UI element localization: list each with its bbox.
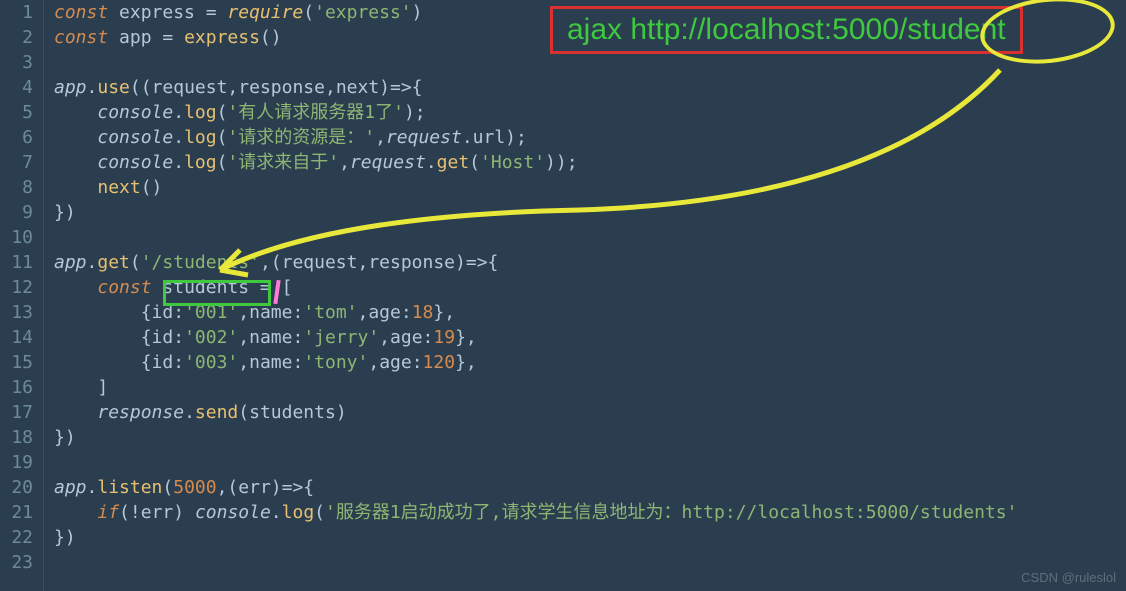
code-line[interactable] — [54, 450, 1126, 475]
code-line[interactable]: app.use((request,response,next)=>{ — [54, 75, 1126, 100]
code-line[interactable]: }) — [54, 425, 1126, 450]
line-number: 15 — [0, 350, 33, 375]
code-line[interactable]: }) — [54, 525, 1126, 550]
line-number: 12 — [0, 275, 33, 300]
line-number: 10 — [0, 225, 33, 250]
line-number: 7 — [0, 150, 33, 175]
line-number: 22 — [0, 525, 33, 550]
code-line[interactable]: response.send(students) — [54, 400, 1126, 425]
annotation-box: ajax http://localhost:5000/student — [550, 6, 1023, 54]
code-line[interactable]: console.log('请求的资源是：',request.url); — [54, 125, 1126, 150]
code-line[interactable]: console.log('有人请求服务器1了'); — [54, 100, 1126, 125]
route-highlight-box — [163, 280, 271, 306]
line-number-gutter: 1234567891011121314151617181920212223 — [0, 0, 44, 591]
code-line[interactable]: app.listen(5000,(err)=>{ — [54, 475, 1126, 500]
code-line[interactable]: next() — [54, 175, 1126, 200]
line-number: 16 — [0, 375, 33, 400]
code-line[interactable]: console.log('请求来自于',request.get('Host'))… — [54, 150, 1126, 175]
line-number: 21 — [0, 500, 33, 525]
line-number: 9 — [0, 200, 33, 225]
line-number: 18 — [0, 425, 33, 450]
line-number: 1 — [0, 0, 33, 25]
line-number: 23 — [0, 550, 33, 575]
line-number: 11 — [0, 250, 33, 275]
code-line[interactable]: {id:'003',name:'tony',age:120}, — [54, 350, 1126, 375]
watermark: CSDN @ruleslol — [1021, 570, 1116, 585]
code-line[interactable]: app.get('/students',(request,response)=>… — [54, 250, 1126, 275]
line-number: 6 — [0, 125, 33, 150]
line-number: 14 — [0, 325, 33, 350]
line-number: 4 — [0, 75, 33, 100]
code-line[interactable]: }) — [54, 200, 1126, 225]
line-number: 8 — [0, 175, 33, 200]
line-number: 17 — [0, 400, 33, 425]
code-line[interactable]: ] — [54, 375, 1126, 400]
line-number: 19 — [0, 450, 33, 475]
line-number: 13 — [0, 300, 33, 325]
code-line[interactable]: {id:'002',name:'jerry',age:19}, — [54, 325, 1126, 350]
line-number: 2 — [0, 25, 33, 50]
annotation-text: ajax http://localhost:5000/student — [567, 13, 1006, 46]
code-line[interactable]: if(!err) console.log('服务器1启动成功了,请求学生信息地址… — [54, 500, 1126, 525]
code-line[interactable] — [54, 550, 1126, 575]
code-line[interactable] — [54, 225, 1126, 250]
line-number: 5 — [0, 100, 33, 125]
line-number: 3 — [0, 50, 33, 75]
line-number: 20 — [0, 475, 33, 500]
